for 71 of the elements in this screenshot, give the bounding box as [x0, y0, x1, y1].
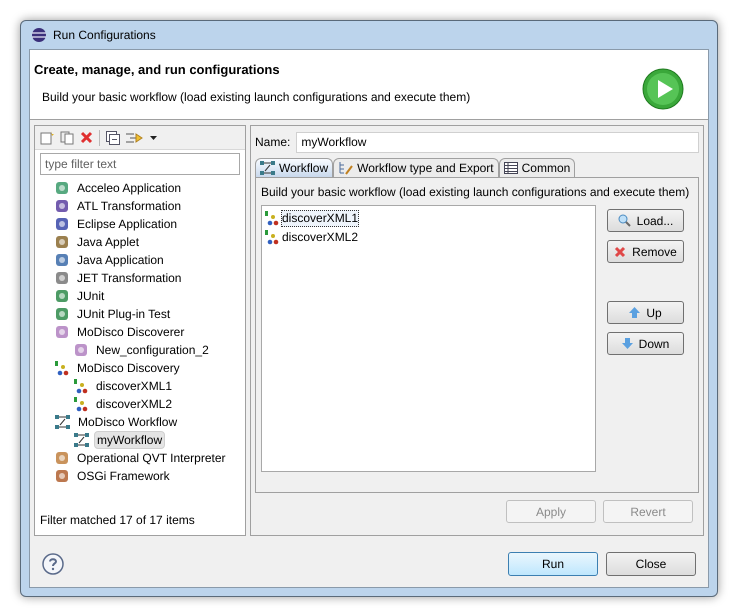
side-button[interactable]: Load... — [607, 209, 684, 232]
tree-item[interactable]: MoDisco Discoverer — [74, 323, 188, 341]
header-subtitle: Build your basic workflow (load existing launch configurations and execute them) — [41, 88, 470, 106]
up-arrow-icon — [629, 307, 640, 318]
config-type-icon — [55, 181, 69, 195]
tree-item[interactable]: MoDisco Discovery — [74, 359, 183, 377]
workflow-icon — [260, 161, 275, 175]
down-arrow-icon — [622, 338, 633, 349]
tree-item[interactable]: Acceleo Application — [74, 179, 184, 197]
tree-item[interactable]: New_configuration_2 — [93, 341, 212, 359]
new-config-icon[interactable] — [40, 130, 54, 144]
side-button[interactable]: Up — [607, 301, 684, 324]
app-icon — [31, 27, 47, 43]
tree-item[interactable]: JUnit — [74, 287, 108, 305]
tree-item[interactable]: discoverXML2 — [93, 395, 176, 413]
collapse-all-icon[interactable] — [106, 130, 120, 144]
filter-field[interactable]: type filter text — [40, 153, 240, 175]
config-type-icon — [55, 325, 69, 339]
config-type-icon — [55, 217, 69, 231]
tab[interactable]: Common — [498, 158, 576, 177]
tree-item[interactable]: Eclipse Application — [74, 215, 180, 233]
discovery-icon — [74, 378, 88, 394]
run-icon — [642, 68, 684, 110]
workflow-icon — [74, 433, 89, 447]
tree-item[interactable]: JET Transformation — [74, 269, 184, 287]
config-type-icon — [55, 199, 69, 213]
config-type-icon — [55, 451, 69, 465]
config-type-icon — [55, 289, 69, 303]
discovery-icon — [74, 396, 88, 412]
dropdown-caret-icon[interactable] — [150, 136, 157, 140]
config-type-icon — [55, 271, 69, 285]
delete-icon[interactable] — [80, 131, 93, 144]
config-type-icon — [55, 307, 69, 321]
table-icon — [504, 162, 518, 174]
delete-icon — [614, 246, 626, 258]
dialog-button[interactable]: Close — [606, 552, 696, 576]
tab[interactable]: Workflow — [255, 158, 334, 177]
discovery-icon — [265, 211, 279, 226]
tab[interactable]: Workflow type and Export — [333, 158, 499, 177]
tree-item[interactable]: OSGi Framework — [74, 467, 173, 485]
config-type-icon — [55, 253, 69, 267]
workflow-description: Build your basic workflow (load existing launch configurations and execute them) — [261, 184, 690, 201]
name-label: Name: — [255, 134, 290, 151]
tree-item[interactable]: Java Applet — [74, 233, 142, 251]
filter-status: Filter matched 17 of 17 items — [39, 512, 196, 529]
tree-item[interactable]: JUnit Plug-in Test — [74, 305, 174, 323]
window-title: Run Configurations — [53, 27, 156, 44]
side-button[interactable]: Remove — [607, 240, 684, 263]
workflow-item[interactable]: discoverXML2 — [281, 229, 360, 246]
discovery-icon — [265, 230, 279, 245]
config-type-icon — [74, 343, 88, 357]
duplicate-icon[interactable] — [60, 130, 74, 144]
tree-pencil-icon — [338, 161, 354, 175]
config-type-icon — [55, 235, 69, 249]
config-type-icon — [55, 469, 69, 483]
side-button[interactable]: Down — [607, 332, 684, 355]
tree-item[interactable]: myWorkflow — [94, 431, 166, 449]
dialog-button[interactable]: Run — [508, 552, 598, 576]
header-title: Create, manage, and run configurations — [34, 61, 281, 79]
tree-item[interactable]: discoverXML1 — [93, 377, 176, 395]
name-field[interactable]: myWorkflow — [296, 132, 699, 152]
discovery-icon — [55, 360, 69, 376]
tree-item[interactable]: Operational QVT Interpreter — [74, 449, 229, 467]
tree-item[interactable]: Java Application — [74, 251, 167, 269]
search-icon — [618, 214, 631, 227]
tree-item[interactable]: ATL Transformation — [74, 197, 184, 215]
workflow-icon — [55, 415, 70, 429]
workflow-item[interactable]: discoverXML1 — [281, 210, 360, 227]
help-icon[interactable] — [42, 553, 64, 575]
filter-icon[interactable] — [126, 130, 144, 144]
tree-item[interactable]: MoDisco Workflow — [75, 413, 180, 431]
